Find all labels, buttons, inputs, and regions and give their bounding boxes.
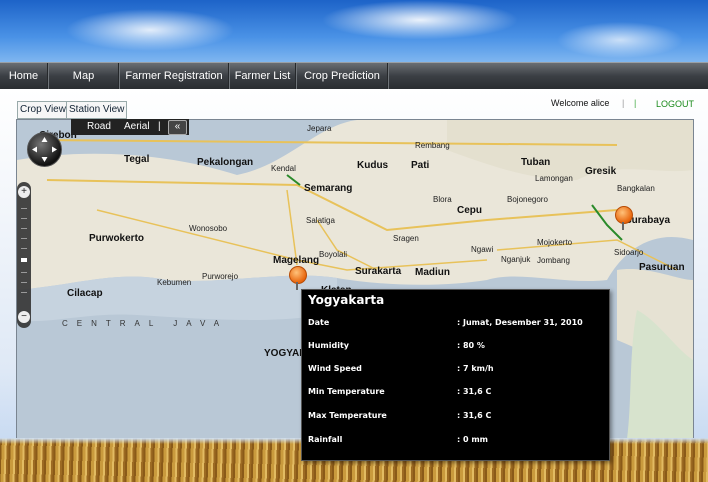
popup-value-date: : Jumat, Desember 31, 2010 [457, 318, 583, 327]
map-label-mojokerto: Mojokerto [537, 238, 573, 247]
map-label-salatiga: Salatiga [306, 216, 335, 225]
compass-icon[interactable] [27, 132, 62, 167]
map-label-pasuruan: Pasuruan [639, 262, 685, 273]
popup-label-min-temp: Min Temperature [308, 387, 385, 396]
collapse-toolbar-button[interactable]: « [168, 120, 187, 135]
popup-value-wind-speed: : 7 km/h [457, 364, 494, 373]
zoom-tick [21, 282, 27, 283]
pin-stem [622, 222, 624, 230]
popup-label-rainfall: Rainfall [308, 435, 343, 444]
nav-map[interactable]: Map [49, 63, 118, 89]
zoom-thumb[interactable] [21, 258, 27, 262]
aerial-view-button[interactable]: Aerial [124, 119, 150, 135]
map-label-sragen: Sragen [393, 234, 419, 243]
map-label-cepu: Cepu [457, 205, 482, 216]
map-label-jombang: Jombang [537, 256, 570, 265]
weather-popup: Yogyakarta Date : Jumat, Desember 31, 20… [301, 289, 610, 461]
popup-label-wind-speed: Wind Speed [308, 364, 362, 373]
map-label-bangkalan: Bangkalan [617, 184, 655, 193]
map-label-rembang: Rembang [415, 141, 450, 150]
map-label-surakarta: Surakarta [355, 266, 402, 277]
map-label-bojonegoro: Bojonegoro [507, 195, 548, 204]
pin-stem [296, 282, 298, 290]
popup-value-rainfall: : 0 mm [457, 435, 489, 444]
map-label-wonosobo: Wonosobo [189, 224, 228, 233]
zoom-out-icon[interactable]: − [18, 311, 30, 323]
sky-banner [0, 0, 708, 62]
map-label-lamongan: Lamongan [535, 174, 573, 183]
station-pin-yogyakarta[interactable] [289, 266, 307, 284]
popup-value-min-temp: : 31,6 C [457, 387, 492, 396]
compass-arrows-icon [32, 137, 57, 162]
nav-farmer-registration[interactable]: Farmer Registration [120, 63, 228, 89]
zoom-tick [21, 248, 27, 249]
map-label-blora: Blora [433, 195, 452, 204]
map-region-label: CENTRAL JAVA [62, 319, 229, 328]
road-view-button[interactable]: Road [87, 119, 111, 135]
popup-label-max-temp: Max Temperature [308, 411, 387, 420]
map-type-toolbar: Road Aerial | « [71, 119, 189, 135]
map-label-gresik: Gresik [585, 166, 617, 177]
map-label-kebumen: Kebumen [157, 278, 192, 287]
popup-title: Yogyakarta [308, 293, 385, 307]
popup-label-date: Date [308, 318, 330, 327]
map-label-jepara: Jepara [307, 124, 332, 133]
crop-view-button[interactable]: Crop View [17, 101, 69, 119]
map-label-kendal: Kendal [271, 164, 296, 173]
map-label-sidoarjo: Sidoarjo [614, 248, 644, 257]
zoom-tick [21, 218, 27, 219]
popup-label-humidity: Humidity [308, 341, 349, 350]
map-label-purwokerto: Purwokerto [89, 233, 145, 244]
zoom-tick [21, 272, 27, 273]
main-nav: Home Map Farmer Registration Farmer List… [0, 62, 708, 90]
map-label-semarang: Semarang [304, 183, 353, 194]
separator: | [634, 98, 637, 108]
map-label-kudus: Kudus [357, 160, 389, 171]
welcome-text: Welcome alice [551, 98, 610, 108]
zoom-in-icon[interactable]: + [18, 186, 30, 198]
nav-home[interactable]: Home [0, 63, 47, 89]
separator: | [622, 98, 625, 108]
logout-link[interactable]: LOGOUT [656, 99, 694, 109]
map-label-cilacap: Cilacap [67, 288, 103, 299]
zoom-tick [21, 228, 27, 229]
map-label-ngawi: Ngawi [471, 245, 494, 254]
map-label-tegal: Tegal [124, 154, 150, 165]
zoom-tick [21, 292, 27, 293]
map-label-tuban: Tuban [521, 157, 551, 168]
zoom-tick [21, 208, 27, 209]
map-label-pati: Pati [411, 160, 430, 171]
map-label-nganjuk: Nganjuk [501, 255, 531, 264]
map-label-madiun: Madiun [415, 267, 450, 278]
map-label-magelang: Magelang [273, 255, 320, 266]
station-pin-surabaya[interactable] [615, 206, 633, 224]
map-label-purworejo: Purworejo [202, 272, 239, 281]
popup-value-max-temp: : 31,6 C [457, 411, 492, 420]
popup-value-humidity: : 80 % [457, 341, 485, 350]
toolbar-divider: | [158, 121, 161, 132]
map-label-boyolali: Boyolali [319, 250, 348, 259]
nav-crop-prediction[interactable]: Crop Prediction [297, 63, 387, 89]
nav-separator [387, 63, 389, 89]
station-view-button[interactable]: Station View [66, 101, 128, 119]
zoom-slider[interactable] [17, 182, 31, 328]
nav-farmer-list[interactable]: Farmer List [230, 63, 295, 89]
map-label-pekalongan: Pekalongan [197, 157, 254, 168]
zoom-tick [21, 238, 27, 239]
